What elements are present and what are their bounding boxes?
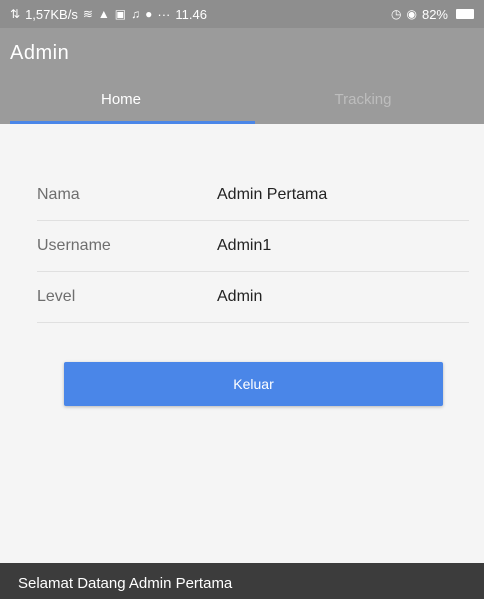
profile-info: Nama Admin Pertama Username Admin1 Level…	[37, 170, 469, 323]
network-speed: 1,57KB/s	[25, 6, 78, 22]
wifi-icon: ≋	[82, 7, 93, 21]
warning-icon: ▲	[97, 7, 110, 21]
tab-home[interactable]: Home	[0, 80, 242, 124]
app-title: Admin	[10, 42, 70, 64]
battery-percent: 82%	[421, 6, 448, 22]
status-left: ⇅ 1,57KB/s ≋ ▲ ▣ ♫ ● ··· 11.46	[10, 7, 207, 22]
music-icon: ♫	[131, 7, 141, 21]
info-value: Admin Pertama	[217, 186, 328, 203]
info-label: Nama	[37, 186, 80, 203]
chat-icon: ●	[145, 7, 153, 21]
battery-icon	[456, 9, 474, 19]
image-icon: ▣	[114, 7, 127, 21]
tab-tracking-label: Tracking	[334, 91, 392, 108]
welcome-text: Selamat Datang Admin Pertama	[18, 575, 233, 592]
info-row-level: Level Admin	[37, 272, 469, 323]
info-value: Admin	[217, 288, 263, 305]
welcome-bar: Selamat Datang Admin Pertama	[0, 563, 484, 599]
tab-home-label: Home	[100, 91, 141, 108]
active-tab-indicator	[10, 121, 255, 124]
info-row-username: Username Admin1	[37, 221, 469, 272]
more-notifications: ···	[157, 6, 171, 22]
tab-tracking[interactable]: Tracking	[242, 80, 484, 124]
info-value: Admin1	[217, 237, 272, 254]
app-screen: ⇅ 1,57KB/s ≋ ▲ ▣ ♫ ● ··· 11.46 ◷ ◉ 82% A…	[0, 0, 484, 599]
data-transfer-icon: ⇅	[10, 7, 21, 21]
eye-icon: ◉	[406, 7, 417, 21]
info-label: Username	[37, 237, 111, 254]
tab-bar: Home Tracking	[0, 80, 484, 124]
info-row-nama: Nama Admin Pertama	[37, 170, 469, 221]
clock: 11.46	[175, 6, 207, 22]
app-bar: Admin Home Tracking	[0, 28, 484, 124]
info-label: Level	[37, 288, 76, 305]
status-bar: ⇅ 1,57KB/s ≋ ▲ ▣ ♫ ● ··· 11.46 ◷ ◉ 82%	[0, 0, 484, 28]
logout-button[interactable]: Keluar	[64, 362, 443, 406]
status-right: ◷ ◉ 82%	[391, 7, 474, 22]
alarm-icon: ◷	[391, 7, 402, 21]
